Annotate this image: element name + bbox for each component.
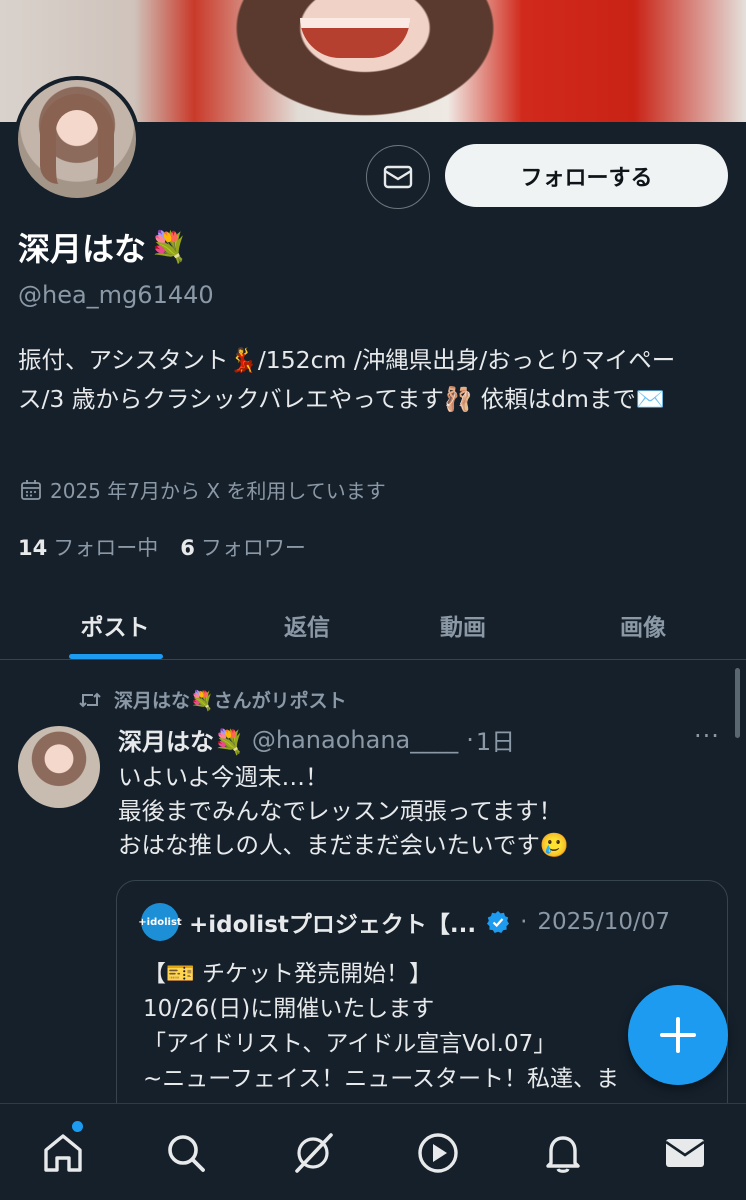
message-button[interactable] xyxy=(366,145,430,209)
joined-text: 2025 年7月から X を利用しています xyxy=(50,479,386,503)
follow-counts: 14 フォロー中 6 フォロワー xyxy=(18,532,306,562)
bottom-navigation xyxy=(0,1103,746,1200)
plus-icon xyxy=(660,1017,696,1053)
repost-label: 深月はな💐さんがリポスト xyxy=(114,690,347,712)
post-author-handle[interactable]: @hanaohana____ xyxy=(252,726,458,754)
calendar-icon xyxy=(21,479,41,500)
quote-header: +idolist +idolistプロジェクト【... · 2025/10/07 xyxy=(138,903,670,941)
repost-icon xyxy=(79,692,101,707)
nav-notifications[interactable] xyxy=(538,1128,588,1178)
tab-images[interactable]: 画像 xyxy=(558,590,728,660)
following-count: 14 xyxy=(18,536,48,560)
more-options-icon[interactable]: ··· xyxy=(694,722,720,750)
profile-name: 深月はな 💐 xyxy=(18,224,187,270)
nav-search[interactable] xyxy=(161,1128,211,1178)
tab-posts[interactable]: ポスト xyxy=(30,590,200,660)
post-line: いよいよ今週末…！ xyxy=(118,763,329,791)
quote-line: 【🎫 チケット発売開始！】 xyxy=(143,961,432,987)
joined-date: 2025 年7月から X を利用しています xyxy=(20,475,386,504)
nav-grok[interactable] xyxy=(288,1128,338,1178)
followers-link[interactable]: 6 フォロワー xyxy=(180,532,306,562)
following-link[interactable]: 14 フォロー中 xyxy=(18,532,158,562)
tab-replies[interactable]: 返信 xyxy=(222,590,392,660)
post-header: 深月はな💐 @hanaohana____ · 1日 xyxy=(118,722,515,757)
post-author-name[interactable]: 深月はな💐 xyxy=(118,722,244,757)
profile-name-text: 深月はな xyxy=(18,230,147,268)
post-text: いよいよ今週末…！ 最後までみんなでレッスン頑張ってます！ おはな推しの人、まだ… xyxy=(118,760,718,862)
quote-line: ~ニューフェイス！ニュースタート！私達、ま xyxy=(143,1066,620,1092)
active-tab-indicator xyxy=(69,654,163,659)
compose-button[interactable] xyxy=(628,985,728,1085)
post-line: 最後までみんなでレッスン頑張ってます！ xyxy=(118,797,563,825)
video-icon xyxy=(418,1133,458,1173)
quote-date: 2025/10/07 xyxy=(537,909,670,935)
post-author-avatar[interactable] xyxy=(18,726,100,808)
envelope-icon xyxy=(383,165,413,189)
followers-count: 6 xyxy=(180,536,195,560)
profile-handle: @hea_mg61440 xyxy=(18,281,214,309)
grok-icon xyxy=(295,1133,333,1173)
verified-badge-icon xyxy=(487,911,510,933)
repost-indicator: 深月はな💐さんがリポスト xyxy=(78,686,347,713)
following-label: フォロー中 xyxy=(53,536,159,560)
home-notification-dot xyxy=(72,1121,83,1132)
profile-tabs: ポスト 返信 動画 画像 xyxy=(0,590,746,660)
follow-button[interactable]: フォローする xyxy=(445,144,728,207)
post-time[interactable]: 1日 xyxy=(476,722,515,757)
avatar-photo-detail xyxy=(40,94,114,184)
bouquet-emoji: 💐 xyxy=(150,229,188,265)
nav-video[interactable] xyxy=(413,1128,463,1178)
profile-avatar[interactable] xyxy=(14,76,140,202)
nav-messages[interactable] xyxy=(660,1128,710,1178)
notifications-icon xyxy=(546,1136,580,1173)
scrollbar[interactable] xyxy=(735,668,740,738)
quote-author-name: +idolistプロジェクト【... xyxy=(189,912,477,938)
quote-separator: · xyxy=(520,909,528,935)
followers-label: フォロワー xyxy=(200,536,306,560)
tab-videos[interactable]: 動画 xyxy=(378,590,548,660)
post-separator: · xyxy=(466,725,474,754)
post-line: おはな推しの人、まだまだ会いたいです🥲 xyxy=(118,831,570,859)
quote-author-avatar: +idolist xyxy=(138,903,182,941)
home-icon xyxy=(44,1134,82,1172)
messages-icon xyxy=(665,1139,705,1167)
nav-home[interactable] xyxy=(38,1128,88,1178)
profile-bio: 振付、アシスタント💃/152cm /沖縄県出身/おっとりマイペース/3 歳からク… xyxy=(18,346,676,413)
search-icon xyxy=(168,1135,205,1172)
